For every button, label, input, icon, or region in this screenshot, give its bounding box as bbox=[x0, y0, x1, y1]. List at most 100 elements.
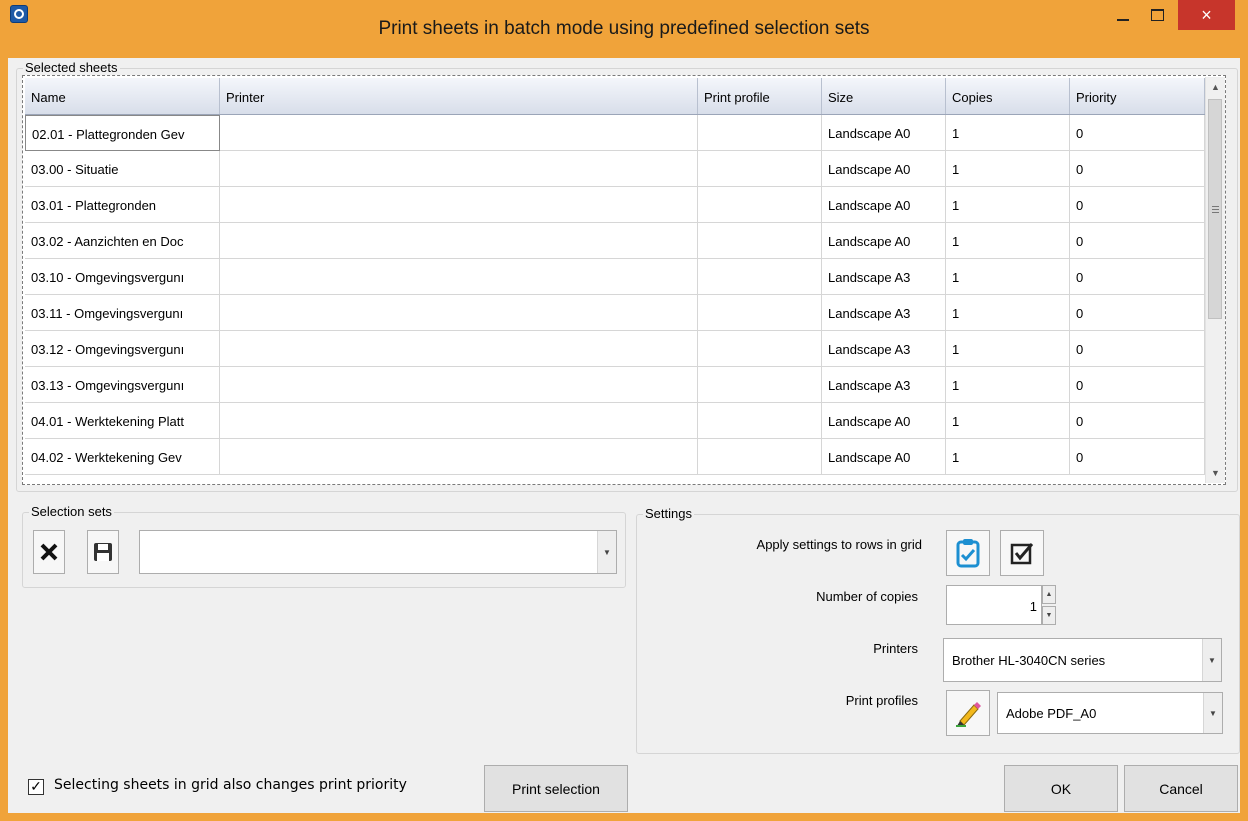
cell-priority[interactable]: 0 bbox=[1070, 295, 1205, 331]
cell-priority[interactable]: 0 bbox=[1070, 187, 1205, 223]
cell-printer[interactable] bbox=[220, 331, 698, 367]
chevron-down-icon[interactable]: ▼ bbox=[1203, 693, 1222, 733]
edit-profile-button[interactable] bbox=[946, 690, 990, 736]
cell-printer[interactable] bbox=[220, 367, 698, 403]
cell-priority[interactable]: 0 bbox=[1070, 115, 1205, 151]
cell-size[interactable]: Landscape A0 bbox=[822, 187, 946, 223]
cell-name[interactable]: 03.10 - Omgevingsvergunı bbox=[25, 259, 220, 295]
spin-down-icon[interactable]: ▼ bbox=[1042, 606, 1056, 625]
cell-copies[interactable]: 1 bbox=[946, 331, 1070, 367]
cell-printer[interactable] bbox=[220, 439, 698, 475]
chevron-down-icon[interactable]: ▼ bbox=[597, 531, 616, 573]
cell-profile[interactable] bbox=[698, 295, 822, 331]
cell-copies[interactable]: 1 bbox=[946, 367, 1070, 403]
cell-copies[interactable]: 1 bbox=[946, 295, 1070, 331]
table-row[interactable]: 03.12 - Omgevingsvergunı Landscape A3 1 0 bbox=[25, 331, 1205, 367]
cancel-button[interactable]: Cancel bbox=[1124, 765, 1238, 812]
cell-priority[interactable]: 0 bbox=[1070, 367, 1205, 403]
apply-to-grid-button[interactable] bbox=[946, 530, 990, 576]
chevron-down-icon[interactable]: ▼ bbox=[1202, 639, 1221, 681]
cell-printer[interactable] bbox=[220, 403, 698, 439]
cell-name[interactable]: 04.01 - Werktekening Platt bbox=[25, 403, 220, 439]
cell-priority[interactable]: 0 bbox=[1070, 223, 1205, 259]
cell-profile[interactable] bbox=[698, 367, 822, 403]
cell-copies[interactable]: 1 bbox=[946, 187, 1070, 223]
table-row[interactable]: 03.13 - Omgevingsvergunı Landscape A3 1 0 bbox=[25, 367, 1205, 403]
table-row[interactable]: 03.10 - Omgevingsvergunı Landscape A3 1 0 bbox=[25, 259, 1205, 295]
column-header-name[interactable]: Name bbox=[25, 78, 220, 114]
table-row[interactable]: 03.01 - Plattegronden Landscape A0 1 0 bbox=[25, 187, 1205, 223]
cell-size[interactable]: Landscape A3 bbox=[822, 259, 946, 295]
cell-profile[interactable] bbox=[698, 187, 822, 223]
ok-button[interactable]: OK bbox=[1004, 765, 1118, 812]
column-header-print-profile[interactable]: Print profile bbox=[698, 78, 822, 114]
scroll-up-arrow-icon[interactable]: ▲ bbox=[1206, 77, 1225, 97]
table-row[interactable]: 04.01 - Werktekening Platt Landscape A0 1 0 bbox=[25, 403, 1205, 439]
cell-printer[interactable] bbox=[220, 151, 698, 187]
column-header-priority[interactable]: Priority bbox=[1070, 78, 1205, 114]
cell-printer[interactable] bbox=[220, 259, 698, 295]
cell-size[interactable]: Landscape A3 bbox=[822, 295, 946, 331]
cell-profile[interactable] bbox=[698, 151, 822, 187]
cell-profile[interactable] bbox=[698, 439, 822, 475]
column-header-printer[interactable]: Printer bbox=[220, 78, 698, 114]
close-button[interactable]: × bbox=[1178, 0, 1235, 30]
cell-copies[interactable]: 1 bbox=[946, 259, 1070, 295]
print-selection-button[interactable]: Print selection bbox=[484, 765, 628, 812]
cell-copies[interactable]: 1 bbox=[946, 115, 1070, 151]
cell-size[interactable]: Landscape A0 bbox=[822, 223, 946, 259]
cell-size[interactable]: Landscape A3 bbox=[822, 331, 946, 367]
table-row[interactable]: 03.02 - Aanzichten en Doc Landscape A0 1 0 bbox=[25, 223, 1205, 259]
printer-combobox[interactable]: Brother HL-3040CN series ▼ bbox=[943, 638, 1222, 682]
selection-set-combobox[interactable]: ▼ bbox=[139, 530, 617, 574]
cell-size[interactable]: Landscape A0 bbox=[822, 151, 946, 187]
cell-name[interactable]: 03.13 - Omgevingsvergunı bbox=[25, 367, 220, 403]
copies-input[interactable]: 1 bbox=[946, 585, 1042, 625]
cell-profile[interactable] bbox=[698, 223, 822, 259]
cell-priority[interactable]: 0 bbox=[1070, 403, 1205, 439]
cell-size[interactable]: Landscape A3 bbox=[822, 367, 946, 403]
cell-profile[interactable] bbox=[698, 115, 822, 151]
sheets-grid[interactable]: Name Printer Print profile Size Copies P… bbox=[22, 75, 1226, 485]
cell-copies[interactable]: 1 bbox=[946, 223, 1070, 259]
cell-printer[interactable] bbox=[220, 187, 698, 223]
cell-copies[interactable]: 1 bbox=[946, 403, 1070, 439]
copies-spinner[interactable]: 1 ▲ ▼ bbox=[946, 585, 1058, 625]
change-priority-checkbox[interactable]: ✓ bbox=[28, 779, 44, 795]
cell-profile[interactable] bbox=[698, 403, 822, 439]
cell-name[interactable]: 03.02 - Aanzichten en Doc bbox=[25, 223, 220, 259]
spin-up-icon[interactable]: ▲ bbox=[1042, 585, 1056, 604]
maximize-button[interactable] bbox=[1140, 0, 1174, 30]
scroll-thumb[interactable] bbox=[1208, 99, 1222, 319]
cell-size[interactable]: Landscape A0 bbox=[822, 439, 946, 475]
title-bar[interactable]: Print sheets in batch mode using predefi… bbox=[0, 0, 1248, 58]
column-header-copies[interactable]: Copies bbox=[946, 78, 1070, 114]
cell-printer[interactable] bbox=[220, 115, 698, 151]
table-row[interactable]: 03.00 - Situatie Landscape A0 1 0 bbox=[25, 151, 1205, 187]
cell-copies[interactable]: 1 bbox=[946, 439, 1070, 475]
table-row[interactable]: 04.02 - Werktekening Gev Landscape A0 1 0 bbox=[25, 439, 1205, 475]
cell-profile[interactable] bbox=[698, 259, 822, 295]
cell-name[interactable]: 03.11 - Omgevingsvergunı bbox=[25, 295, 220, 331]
cell-name[interactable]: 02.01 - Plattegronden Gev bbox=[25, 115, 220, 151]
cell-printer[interactable] bbox=[220, 295, 698, 331]
cell-priority[interactable]: 0 bbox=[1070, 439, 1205, 475]
cell-priority[interactable]: 0 bbox=[1070, 151, 1205, 187]
delete-selection-set-button[interactable] bbox=[33, 530, 65, 574]
cell-printer[interactable] bbox=[220, 223, 698, 259]
cell-profile[interactable] bbox=[698, 331, 822, 367]
cell-size[interactable]: Landscape A0 bbox=[822, 115, 946, 151]
cell-priority[interactable]: 0 bbox=[1070, 331, 1205, 367]
cell-name[interactable]: 03.00 - Situatie bbox=[25, 151, 220, 187]
cell-size[interactable]: Landscape A0 bbox=[822, 403, 946, 439]
cell-priority[interactable]: 0 bbox=[1070, 259, 1205, 295]
table-row[interactable]: 02.01 - Plattegronden Gev Landscape A0 1 0 bbox=[25, 115, 1205, 151]
change-priority-label[interactable]: Selecting sheets in grid also changes pr… bbox=[54, 777, 407, 793]
minimize-button[interactable] bbox=[1106, 0, 1140, 30]
column-header-size[interactable]: Size bbox=[822, 78, 946, 114]
cell-name[interactable]: 03.01 - Plattegronden bbox=[25, 187, 220, 223]
cell-name[interactable]: 03.12 - Omgevingsvergunı bbox=[25, 331, 220, 367]
check-all-rows-button[interactable] bbox=[1000, 530, 1044, 576]
print-profile-combobox[interactable]: Adobe PDF_A0 ▼ bbox=[997, 692, 1223, 734]
grid-vertical-scrollbar[interactable]: ▲ ▼ bbox=[1205, 77, 1225, 483]
